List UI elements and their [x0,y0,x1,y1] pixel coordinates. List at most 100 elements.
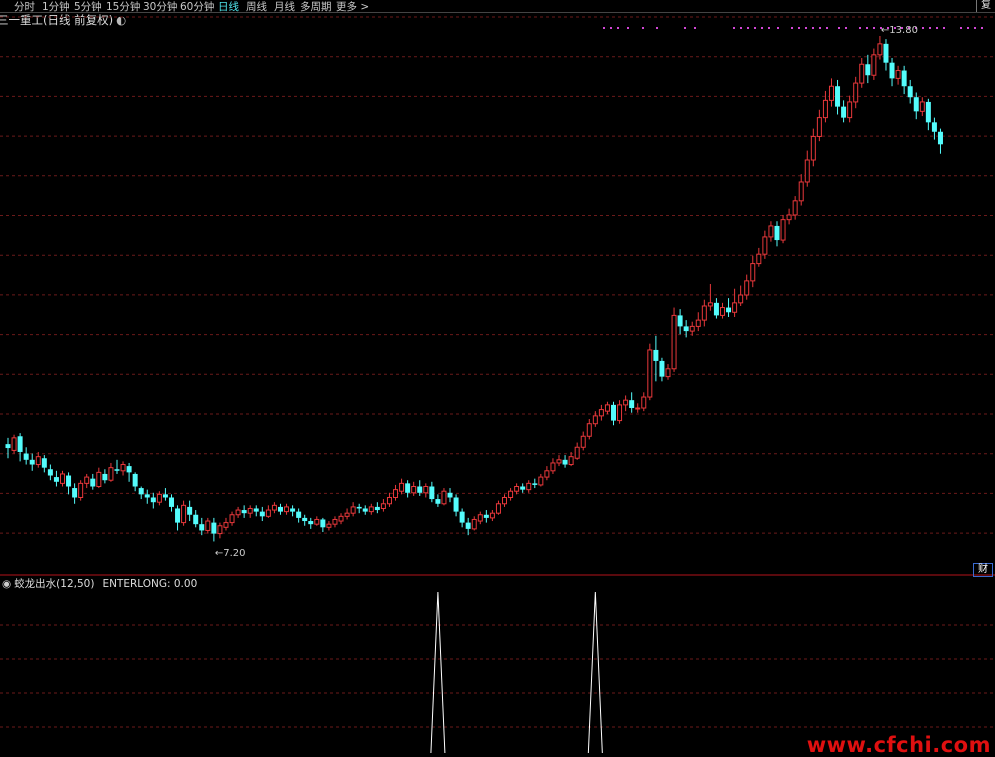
candle-body [386,496,392,505]
candle-body [175,508,181,523]
signal-dot [791,27,793,29]
signal-dot [974,27,976,29]
candle-body [326,523,332,528]
candle-body [211,522,217,534]
signal-dot [761,27,763,29]
candle-body [332,518,338,525]
candle-body [907,86,913,98]
candle-body [132,473,138,487]
candle-body [5,444,11,449]
candle-body [156,493,162,503]
candle-body [217,525,223,535]
candle-body [429,486,435,500]
candle-body [629,400,635,409]
candle-body [574,446,580,459]
candle-body [405,483,411,493]
indicator-name: 蛟龙出水(12,50) [14,578,95,590]
signal-dot [627,27,629,29]
candle-body [726,307,732,313]
candle-body [810,135,816,161]
candle-body [804,159,810,183]
candle-body [919,101,925,112]
candle-body [562,459,568,465]
candle-body [59,473,65,484]
candle-body [768,225,774,238]
candle-body [816,117,822,137]
candle-body [447,492,453,498]
signal-dot [826,27,828,29]
candle-body [659,360,665,377]
candle-body [604,404,610,412]
candle-body [90,478,96,487]
candle-body [187,506,193,515]
candle-body [689,325,695,332]
candle-body [96,471,102,488]
candle-body [713,302,719,316]
candle-body [635,407,641,410]
signal-dot [656,27,658,29]
candle-body [296,511,302,518]
candle-body [780,219,786,241]
signal-dot [929,27,931,29]
candle-body [937,131,943,145]
candle-body [181,504,187,524]
candle-body [162,494,168,498]
candle-body [150,497,156,503]
candle-body [641,396,647,409]
candle-body [489,512,495,519]
signal-dot [768,27,770,29]
candle-body [29,459,35,465]
signal-dot [642,27,644,29]
candle-body [11,437,17,451]
candle-body [441,490,447,505]
candle-body [465,522,471,529]
candle-body [520,486,526,490]
candle-body [374,506,380,511]
candle-body [719,307,725,316]
candle-body [368,506,374,513]
signal-dot [967,27,969,29]
indicator-title: ◉ 蛟龙出水(12,50) ENTERLONG: 0.00 [2,576,197,591]
candle-body [253,508,259,512]
candle-body [762,236,768,255]
candle-body [314,518,320,525]
candle-body [302,517,308,522]
candle-body [66,475,72,487]
signal-dot [694,27,696,29]
candle-body [514,486,520,492]
candle-body [495,503,501,514]
signal-dot [603,27,605,29]
signal-dot [812,27,814,29]
candle-body [701,305,707,321]
candle-body [550,462,556,472]
candle-body [901,70,907,87]
candle-body [259,511,265,517]
candle-body [399,482,405,492]
candle-body [453,497,459,512]
candle-body [47,469,53,476]
candle-body [241,510,247,514]
candle-body [114,469,120,471]
candle-body [847,101,853,119]
candle-body [193,514,199,525]
candle-body [471,518,477,530]
candle-body [598,409,604,417]
candle-body [423,486,429,494]
candle-body [41,458,47,468]
candle-body [223,522,229,528]
cai-button[interactable]: 财 [973,563,993,577]
signal-dot [819,27,821,29]
candle-body [308,521,314,525]
candle-body [108,467,114,481]
indicator-toggle-icon[interactable]: ◉ [2,578,11,590]
candle-body [756,253,762,265]
candle-body [586,423,592,437]
candle-body [925,101,931,123]
candle-body [889,62,895,79]
candle-body [792,200,798,216]
candle-body [859,63,865,84]
signal-dot [684,27,686,29]
candle-body [393,489,399,498]
candlestick-chart[interactable] [0,0,995,753]
signal-dot [859,27,861,29]
